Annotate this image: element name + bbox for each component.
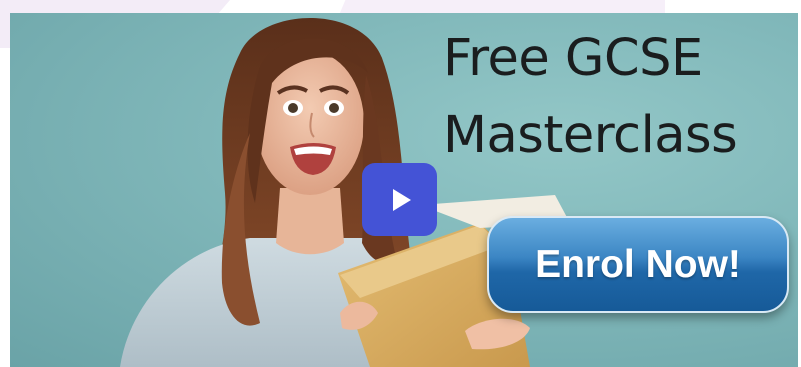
headline-line-2: Masterclass [443, 105, 738, 165]
headline: Free GCSE Masterclass [443, 21, 793, 174]
play-button[interactable] [362, 163, 437, 236]
enrol-now-button[interactable]: Enrol Now! [487, 216, 789, 313]
headline-line-1: Free GCSE [443, 29, 703, 88]
play-icon [392, 188, 411, 211]
video-thumbnail[interactable]: Free GCSE Masterclass Enrol Now! [10, 13, 798, 367]
